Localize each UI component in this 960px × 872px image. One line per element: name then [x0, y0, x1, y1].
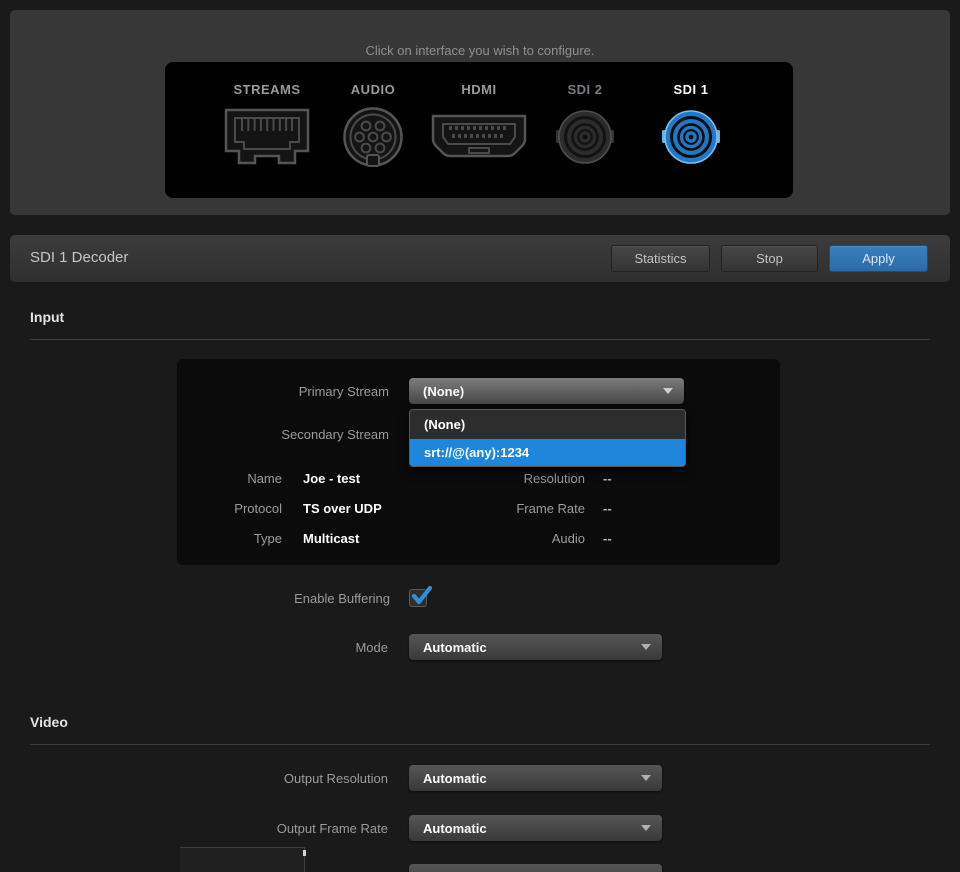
output-frame-rate-label: Output Frame Rate: [277, 821, 388, 836]
type-label: Type: [254, 531, 282, 546]
decoder-header-bar: SDI 1 Decoder Statistics Stop Apply: [10, 235, 950, 282]
instruction-text: Click on interface you wish to configure…: [10, 43, 950, 58]
dropdown-option-srt[interactable]: srt://@(any):1234: [410, 439, 685, 466]
bnc-connector-icon: [555, 99, 615, 175]
bnc-connector-icon-selected: [661, 99, 721, 175]
audio-value: --: [603, 531, 612, 546]
tooltip-fragment: [180, 847, 305, 872]
sdi1-label: SDI 1: [673, 82, 708, 97]
frame-rate-label: Frame Rate: [516, 501, 585, 516]
name-value: Joe - test: [303, 471, 360, 486]
interface-audio[interactable]: AUDIO: [320, 62, 426, 198]
interface-sdi2[interactable]: SDI 2: [532, 62, 638, 198]
chevron-down-icon: [663, 388, 673, 394]
decoder-config-page: Click on interface you wish to configure…: [0, 0, 960, 872]
output-frame-rate-value: Automatic: [423, 821, 487, 836]
hdmi-label: HDMI: [461, 82, 496, 97]
protocol-value: TS over UDP: [303, 501, 382, 516]
input-section-divider: [30, 339, 930, 340]
output-resolution-value: Automatic: [423, 771, 487, 786]
output-frame-rate-select[interactable]: Automatic: [409, 815, 662, 841]
stop-button[interactable]: Stop: [721, 245, 818, 272]
mode-label: Mode: [355, 640, 388, 655]
primary-stream-value: (None): [423, 384, 464, 399]
chevron-down-icon: [641, 825, 651, 831]
interface-chooser-panel: Click on interface you wish to configure…: [10, 10, 950, 215]
secondary-stream-label: Secondary Stream: [281, 427, 389, 442]
apply-button[interactable]: Apply: [829, 245, 928, 272]
primary-stream-dropdown-menu: (None) srt://@(any):1234: [409, 409, 686, 467]
streams-label: STREAMS: [233, 82, 300, 97]
hdmi-connector-icon: [429, 99, 529, 175]
mode-select[interactable]: Automatic: [409, 634, 662, 660]
audio-label: AUDIO: [351, 82, 395, 97]
interface-sdi1[interactable]: SDI 1: [638, 62, 744, 198]
frame-rate-value: --: [603, 501, 612, 516]
primary-stream-select[interactable]: (None): [409, 378, 684, 404]
din-connector-icon: [341, 99, 405, 175]
video-section-divider: [30, 744, 930, 745]
dropdown-option-none[interactable]: (None): [410, 410, 685, 439]
tooltip-tick-mark: [303, 850, 306, 856]
protocol-label: Protocol: [234, 501, 282, 516]
interface-hdmi[interactable]: HDMI: [426, 62, 532, 198]
partial-select[interactable]: [409, 864, 662, 872]
primary-stream-label: Primary Stream: [299, 384, 389, 399]
sdi2-label: SDI 2: [567, 82, 602, 97]
statistics-button[interactable]: Statistics: [611, 245, 710, 272]
resolution-label: Resolution: [524, 471, 585, 486]
type-value: Multicast: [303, 531, 359, 546]
chevron-down-icon: [641, 644, 651, 650]
interface-streams[interactable]: STREAMS: [214, 62, 320, 198]
enable-buffering-label: Enable Buffering: [294, 591, 390, 606]
enable-buffering-checkbox[interactable]: [409, 589, 427, 607]
mode-value: Automatic: [423, 640, 487, 655]
audio-label: Audio: [552, 531, 585, 546]
input-section-title: Input: [30, 309, 64, 325]
chevron-down-icon: [641, 775, 651, 781]
resolution-value: --: [603, 471, 612, 486]
page-title: SDI 1 Decoder: [30, 249, 128, 266]
output-resolution-label: Output Resolution: [284, 771, 388, 786]
video-section-title: Video: [30, 714, 68, 730]
output-resolution-select[interactable]: Automatic: [409, 765, 662, 791]
ethernet-connector-icon: [222, 99, 312, 175]
device-rear-panel: STREAMS AUDIO: [165, 62, 793, 198]
check-icon: [411, 584, 433, 606]
name-label: Name: [247, 471, 282, 486]
